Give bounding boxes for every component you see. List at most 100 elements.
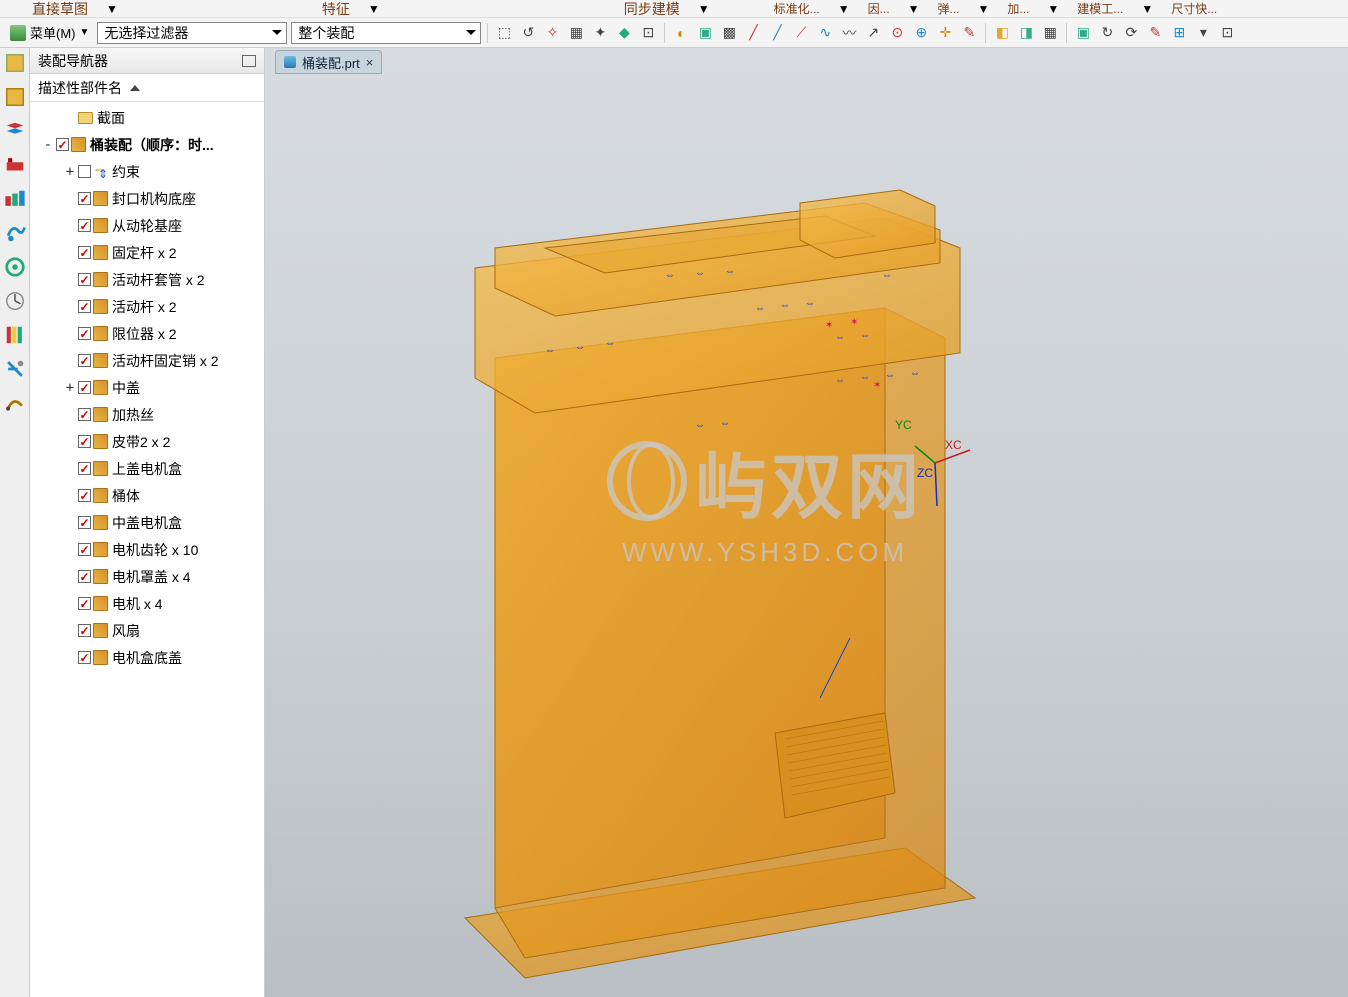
checkbox[interactable] — [78, 381, 91, 394]
menu-d[interactable]: 建模工... — [1065, 0, 1135, 17]
checkbox[interactable] — [78, 597, 91, 610]
tool-icon[interactable]: ⊞ — [1169, 23, 1189, 43]
tool-icon[interactable]: ↻ — [1097, 23, 1117, 43]
document-tab[interactable]: 桶装配.prt × — [275, 50, 382, 74]
tree-row[interactable]: 活动杆 x 2 — [30, 293, 264, 320]
checkbox[interactable] — [78, 192, 91, 205]
menu-b[interactable]: 弹... — [925, 0, 971, 17]
tool-icon[interactable]: ⟳ — [1121, 23, 1141, 43]
tool-icon[interactable]: ⊕ — [911, 23, 931, 43]
strip-icon[interactable] — [4, 86, 26, 108]
tool-icon[interactable]: ↺ — [518, 23, 538, 43]
tool-icon[interactable]: ✎ — [959, 23, 979, 43]
strip-icon[interactable] — [4, 120, 26, 142]
tool-icon[interactable]: ╱ — [767, 23, 787, 43]
tool-icon[interactable]: ⟋ — [791, 23, 811, 43]
checkbox[interactable] — [78, 327, 91, 340]
tree-row[interactable]: 固定杆 x 2 — [30, 239, 264, 266]
tool-icon[interactable]: ▦ — [566, 23, 586, 43]
maximize-icon[interactable] — [242, 55, 256, 67]
tool-icon[interactable]: ⊙ — [887, 23, 907, 43]
tool-icon[interactable]: ⊡ — [1217, 23, 1237, 43]
scope-select[interactable]: 整个装配 — [291, 22, 481, 44]
checkbox[interactable] — [78, 543, 91, 556]
tree-row[interactable]: 电机 x 4 — [30, 590, 264, 617]
checkbox[interactable] — [56, 138, 69, 151]
viewport[interactable]: 桶装配.prt × — [265, 48, 1348, 997]
tool-icon[interactable]: ▣ — [1073, 23, 1093, 43]
main-menu-button[interactable]: 菜单(M) ▼ — [6, 21, 93, 44]
tool-icon[interactable]: ▩ — [719, 23, 739, 43]
tree-row[interactable]: 桶体 — [30, 482, 264, 509]
checkbox[interactable] — [78, 273, 91, 286]
expander-icon[interactable]: + — [64, 382, 76, 394]
menu-feature[interactable]: 特征 — [310, 0, 362, 19]
strip-icon[interactable] — [4, 52, 26, 74]
checkbox[interactable] — [78, 624, 91, 637]
tool-icon[interactable]: ⬚ — [494, 23, 514, 43]
tool-icon[interactable]: ▣ — [695, 23, 715, 43]
checkbox[interactable] — [78, 570, 91, 583]
tool-icon[interactable]: ✛ — [935, 23, 955, 43]
tree-row[interactable]: 上盖电机盒 — [30, 455, 264, 482]
checkbox[interactable] — [78, 435, 91, 448]
tree-row[interactable]: 风扇 — [30, 617, 264, 644]
checkbox[interactable] — [78, 300, 91, 313]
column-header[interactable]: 描述性部件名 — [30, 74, 264, 102]
tool-icon[interactable]: ✧ — [542, 23, 562, 43]
checkbox[interactable] — [78, 165, 91, 178]
tree-row[interactable]: 活动杆固定销 x 2 — [30, 347, 264, 374]
tool-icon[interactable]: ✎ — [1145, 23, 1165, 43]
checkbox[interactable] — [78, 246, 91, 259]
tool-icon[interactable]: ▾ — [1193, 23, 1213, 43]
tool-icon[interactable]: ◧ — [992, 23, 1012, 43]
tool-icon[interactable]: ✦ — [590, 23, 610, 43]
tool-icon[interactable]: ◐ — [671, 23, 691, 43]
menu-sketch[interactable]: 直接草图 — [20, 0, 100, 19]
strip-icon[interactable] — [4, 392, 26, 414]
tree-row[interactable]: 电机齿轮 x 10 — [30, 536, 264, 563]
close-icon[interactable]: × — [366, 55, 374, 70]
tool-icon[interactable]: ◆ — [614, 23, 634, 43]
tree-row[interactable]: +中盖 — [30, 374, 264, 401]
tree-row[interactable]: 皮带2 x 2 — [30, 428, 264, 455]
tree-row[interactable]: +约束 — [30, 158, 264, 185]
checkbox[interactable] — [78, 462, 91, 475]
strip-icon[interactable] — [4, 324, 26, 346]
menu-sync[interactable]: 同步建模 — [612, 0, 692, 19]
tree-row[interactable]: 加热丝 — [30, 401, 264, 428]
menu-c[interactable]: 加... — [995, 0, 1041, 17]
checkbox[interactable] — [78, 408, 91, 421]
strip-icon[interactable] — [4, 188, 26, 210]
tree-row[interactable]: 活动杆套管 x 2 — [30, 266, 264, 293]
tool-icon[interactable]: ∿ — [815, 23, 835, 43]
checkbox[interactable] — [78, 219, 91, 232]
checkbox[interactable] — [78, 651, 91, 664]
strip-icon[interactable] — [4, 222, 26, 244]
filter-select[interactable]: 无选择过滤器 — [97, 22, 287, 44]
strip-icon[interactable] — [4, 154, 26, 176]
checkbox[interactable] — [78, 489, 91, 502]
strip-icon[interactable] — [4, 290, 26, 312]
tree-row[interactable]: 电机盒底盖 — [30, 644, 264, 671]
strip-icon[interactable] — [4, 358, 26, 380]
tree-row[interactable]: 电机罩盖 x 4 — [30, 563, 264, 590]
tool-icon[interactable]: ╱ — [743, 23, 763, 43]
menu-e[interactable]: 尺寸快... — [1159, 0, 1229, 17]
strip-icon[interactable] — [4, 256, 26, 278]
expander-icon[interactable]: + — [64, 166, 76, 178]
tool-icon[interactable]: ⊡ — [638, 23, 658, 43]
tree-row[interactable]: 中盖电机盒 — [30, 509, 264, 536]
tool-icon[interactable]: ◨ — [1016, 23, 1036, 43]
tree-row[interactable]: 封口机构底座 — [30, 185, 264, 212]
tree-row[interactable]: 限位器 x 2 — [30, 320, 264, 347]
checkbox[interactable] — [78, 516, 91, 529]
menu-std[interactable]: 标准化... — [762, 0, 832, 17]
tree-row[interactable]: 从动轮基座 — [30, 212, 264, 239]
tool-icon[interactable]: 〰 — [839, 23, 859, 43]
tree-row[interactable]: -桶装配（顺序：时... — [30, 131, 264, 158]
tool-icon[interactable]: ↗ — [863, 23, 883, 43]
tool-icon[interactable]: ▦ — [1040, 23, 1060, 43]
checkbox[interactable] — [78, 354, 91, 367]
tree-row[interactable]: 截面 — [30, 104, 264, 131]
